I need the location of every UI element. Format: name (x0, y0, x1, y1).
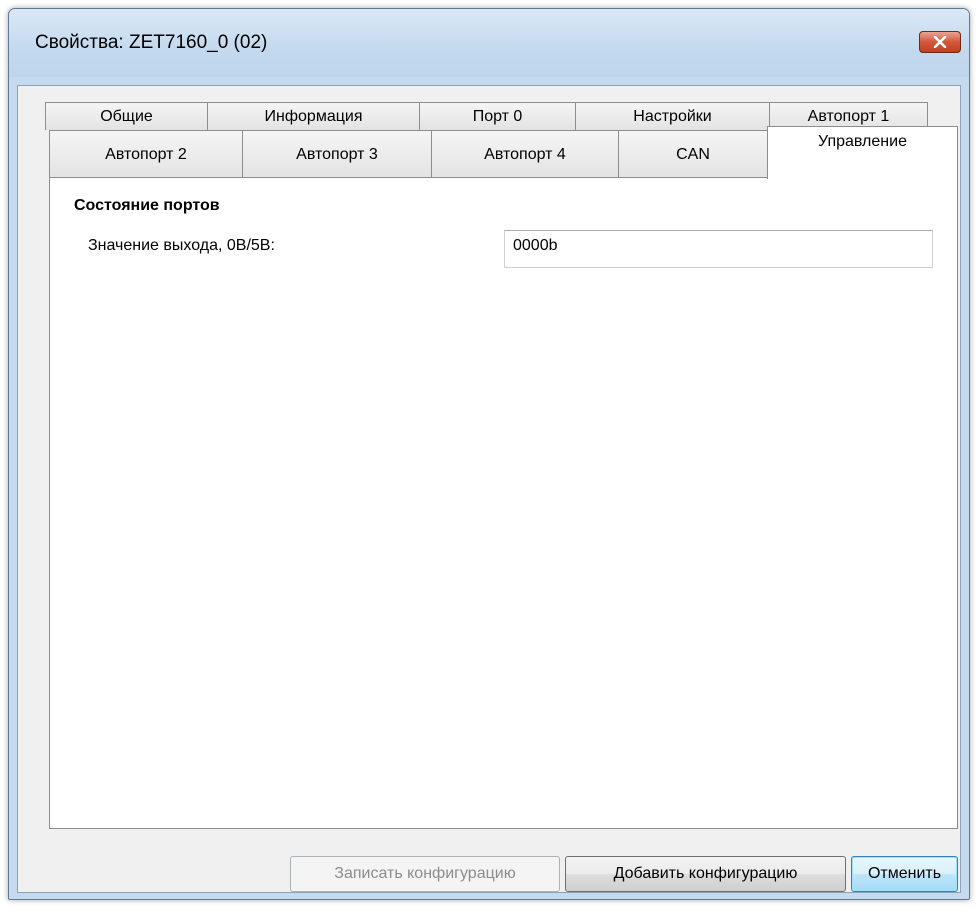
window-title: Свойства: ZET7160_0 (02) (35, 32, 268, 53)
tab-label: Автопорт 3 (296, 145, 378, 163)
button-label: Добавить конфигурацию (613, 865, 798, 882)
tab-label: Автопорт 4 (484, 145, 566, 163)
write-config-button[interactable]: Записать конфигурацию (290, 856, 560, 892)
tab-label: Автопорт 2 (105, 145, 187, 163)
tab-port-0[interactable]: Порт 0 (419, 102, 576, 130)
tab-can[interactable]: CAN (618, 130, 768, 178)
properties-dialog: Свойства: ZET7160_0 (02) Общие Информаци… (8, 8, 970, 900)
button-label: Отменить (867, 865, 942, 882)
tab-label: Информация (264, 107, 363, 125)
title-bar[interactable]: Свойства: ZET7160_0 (02) (9, 9, 969, 77)
tab-control[interactable]: Управление (767, 126, 958, 179)
tab-autoport-4[interactable]: Автопорт 4 (431, 130, 619, 178)
close-button[interactable] (919, 31, 961, 53)
section-title: Состояние портов (74, 197, 220, 214)
output-value-field[interactable]: 0000b (504, 230, 933, 268)
tab-autoport-3[interactable]: Автопорт 3 (242, 130, 432, 178)
cancel-button[interactable]: Отменить (851, 856, 958, 892)
tab-settings[interactable]: Настройки (575, 102, 770, 130)
tab-label: Управление (818, 133, 907, 150)
tab-panel-control: Состояние портов Значение выхода, 0В/5В:… (49, 177, 958, 829)
tab-label: Общие (100, 107, 153, 125)
tab-label: Порт 0 (472, 107, 523, 125)
output-value-label: Значение выхода, 0В/5В: (88, 237, 275, 254)
button-label: Записать конфигурацию (334, 865, 516, 882)
tab-autoport-2[interactable]: Автопорт 2 (49, 130, 243, 178)
tab-general[interactable]: Общие (45, 102, 208, 130)
dialog-client-area: Общие Информация Порт 0 Настройки Автопо… (17, 85, 961, 893)
add-config-button[interactable]: Добавить конфигурацию (565, 856, 846, 892)
close-icon (933, 36, 947, 48)
tab-label: Автопорт 1 (807, 107, 890, 125)
tab-information[interactable]: Информация (207, 102, 420, 130)
tab-label: Настройки (633, 107, 712, 125)
tab-label: CAN (676, 145, 710, 163)
